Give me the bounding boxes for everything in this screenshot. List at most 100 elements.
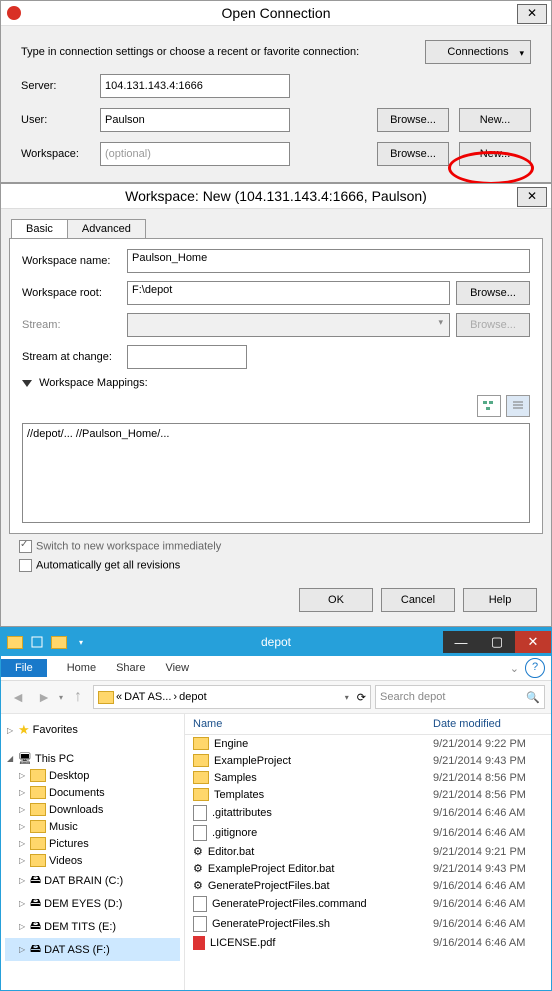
checkbox-icon bbox=[19, 540, 32, 553]
workspace-input[interactable]: (optional) bbox=[100, 142, 290, 166]
view-tab[interactable]: View bbox=[155, 659, 199, 677]
file-explorer-window: ▾ depot — ▢ ✕ File Home Share View ⌄ ? ◄… bbox=[0, 627, 552, 991]
thispc-node[interactable]: This PC bbox=[35, 753, 74, 765]
tree-view-icon[interactable] bbox=[477, 395, 501, 417]
help-icon[interactable]: ? bbox=[525, 658, 545, 678]
search-input[interactable]: Search depot 🔍 bbox=[375, 685, 545, 709]
file-name: LICENSE.pdf bbox=[210, 937, 275, 949]
tree-item[interactable]: ▷🖴DAT ASS (F:) bbox=[5, 938, 180, 961]
tree-item[interactable]: ▷🖴DEM EYES (D:) bbox=[5, 892, 180, 915]
mappings-textarea[interactable]: //depot/... //Paulson_Home/... bbox=[22, 423, 530, 523]
text-view-icon[interactable] bbox=[506, 395, 530, 417]
ws-name-input[interactable]: Paulson_Home bbox=[127, 249, 530, 273]
tree-label: DEM EYES (D:) bbox=[44, 898, 122, 910]
file-modified: 9/16/2014 6:46 AM bbox=[433, 827, 543, 839]
folder-icon bbox=[30, 837, 46, 850]
file-row[interactable]: ExampleProject9/21/2014 9:43 PM bbox=[185, 752, 551, 769]
workspace-new-button[interactable]: New... bbox=[459, 142, 531, 166]
ribbon-expand-icon[interactable]: ⌄ bbox=[504, 662, 525, 675]
back-button[interactable]: ◄ bbox=[7, 686, 29, 708]
favorites-node[interactable]: Favorites bbox=[33, 724, 78, 736]
tree-label: Music bbox=[49, 821, 78, 833]
file-name: Editor.bat bbox=[208, 846, 254, 858]
tree-item[interactable]: ▷Pictures bbox=[5, 835, 180, 852]
col-modified[interactable]: Date modified bbox=[433, 718, 543, 730]
file-row[interactable]: Engine9/21/2014 9:22 PM bbox=[185, 735, 551, 752]
home-tab[interactable]: Home bbox=[57, 659, 106, 677]
breadcrumb-bar[interactable]: « DAT AS... › depot ▾ ⟳ bbox=[93, 685, 371, 709]
help-button[interactable]: Help bbox=[463, 588, 537, 612]
switch-checkbox-row[interactable]: Switch to new workspace immediately bbox=[19, 540, 533, 553]
col-name[interactable]: Name bbox=[193, 718, 433, 730]
user-input[interactable]: Paulson bbox=[100, 108, 290, 132]
stream-at-change-input[interactable] bbox=[127, 345, 247, 369]
tree-item[interactable]: ▷Videos bbox=[5, 852, 180, 869]
tree-item[interactable]: ▷Downloads bbox=[5, 801, 180, 818]
file-row[interactable]: LICENSE.pdf9/16/2014 6:46 AM bbox=[185, 934, 551, 952]
tree-label: Videos bbox=[49, 855, 82, 867]
file-modified: 9/21/2014 9:43 PM bbox=[433, 863, 543, 875]
auto-checkbox-row[interactable]: Automatically get all revisions bbox=[19, 559, 533, 572]
column-headers[interactable]: Name Date modified bbox=[185, 714, 551, 735]
mappings-header[interactable]: Workspace Mappings: bbox=[22, 377, 530, 389]
ws-root-input[interactable]: F:\depot bbox=[127, 281, 450, 305]
root-browse-button[interactable]: Browse... bbox=[456, 281, 530, 305]
file-row[interactable]: .gitignore 9/16/2014 6:46 AM bbox=[185, 823, 551, 843]
file-row[interactable]: GenerateProjectFiles.sh9/16/2014 6:46 AM bbox=[185, 914, 551, 934]
server-label: Server: bbox=[21, 80, 96, 92]
tab-basic[interactable]: Basic bbox=[11, 219, 68, 238]
file-icon bbox=[193, 825, 207, 841]
tree-item[interactable]: ▷Music bbox=[5, 818, 180, 835]
user-browse-button[interactable]: Browse... bbox=[377, 108, 449, 132]
tree-item[interactable]: ▷🖴DAT BRAIN (C:) bbox=[5, 869, 180, 892]
file-row[interactable]: GenerateProjectFiles.command9/16/2014 6:… bbox=[185, 894, 551, 914]
crumb-parent[interactable]: DAT AS... bbox=[124, 691, 171, 703]
tree-label: DAT BRAIN (C:) bbox=[44, 875, 123, 887]
file-name: .gitignore bbox=[212, 827, 257, 839]
file-row[interactable]: .gitattributes9/16/2014 6:46 AM bbox=[185, 803, 551, 823]
file-list[interactable]: Name Date modified Engine9/21/2014 9:22 … bbox=[185, 714, 551, 990]
tree-label: Pictures bbox=[49, 838, 89, 850]
folder-icon bbox=[30, 786, 46, 799]
ok-button[interactable]: OK bbox=[299, 588, 373, 612]
up-button[interactable]: ↑ bbox=[67, 686, 89, 708]
folder-icon bbox=[30, 803, 46, 816]
tree-item[interactable]: ▷🖴DEM TITS (E:) bbox=[5, 915, 180, 938]
crumb-back[interactable]: « bbox=[116, 691, 122, 703]
close-button[interactable]: ✕ bbox=[517, 187, 547, 207]
forward-button[interactable]: ► bbox=[33, 686, 55, 708]
file-row[interactable]: Samples9/21/2014 8:56 PM bbox=[185, 769, 551, 786]
ws-name-label: Workspace name: bbox=[22, 255, 127, 267]
share-tab[interactable]: Share bbox=[106, 659, 155, 677]
file-row[interactable]: ⚙ExampleProject Editor.bat9/21/2014 9:43… bbox=[185, 860, 551, 877]
file-row[interactable]: Templates9/21/2014 8:56 PM bbox=[185, 786, 551, 803]
dialog-title: Workspace: New (104.131.143.4:1666, Paul… bbox=[1, 184, 551, 209]
workspace-browse-button[interactable]: Browse... bbox=[377, 142, 449, 166]
dialog-title: Open Connection ✕ bbox=[1, 1, 551, 26]
drive-icon: 🖴 bbox=[30, 871, 41, 890]
nav-tree[interactable]: ▷★Favorites ◢🖥This PC ▷Desktop▷Documents… bbox=[1, 714, 185, 990]
folder-icon bbox=[193, 771, 209, 784]
file-modified: 9/21/2014 8:56 PM bbox=[433, 789, 543, 801]
connections-dropdown[interactable]: Connections bbox=[425, 40, 531, 64]
tab-advanced[interactable]: Advanced bbox=[67, 219, 146, 238]
star-icon: ★ bbox=[18, 722, 30, 738]
file-row[interactable]: ⚙GenerateProjectFiles.bat9/16/2014 6:46 … bbox=[185, 877, 551, 894]
crumb-current[interactable]: depot bbox=[179, 691, 207, 703]
file-tab[interactable]: File bbox=[1, 659, 47, 677]
file-modified: 9/16/2014 6:46 AM bbox=[433, 880, 543, 892]
crumb-dropdown-icon[interactable]: ▾ bbox=[345, 693, 349, 702]
stream-at-change-label: Stream at change: bbox=[22, 351, 127, 363]
cancel-button[interactable]: Cancel bbox=[381, 588, 455, 612]
refresh-icon[interactable]: ⟳ bbox=[357, 691, 366, 704]
switch-label: Switch to new workspace immediately bbox=[36, 540, 221, 552]
tree-item[interactable]: ▷Desktop bbox=[5, 767, 180, 784]
user-new-button[interactable]: New... bbox=[459, 108, 531, 132]
server-input[interactable]: 104.131.143.4:1666 bbox=[100, 74, 290, 98]
history-dropdown-icon[interactable]: ▾ bbox=[59, 693, 63, 702]
tree-label: DEM TITS (E:) bbox=[44, 921, 116, 933]
file-name: .gitattributes bbox=[212, 807, 272, 819]
close-button[interactable]: ✕ bbox=[517, 4, 547, 24]
file-row[interactable]: ⚙Editor.bat9/21/2014 9:21 PM bbox=[185, 843, 551, 860]
tree-item[interactable]: ▷Documents bbox=[5, 784, 180, 801]
